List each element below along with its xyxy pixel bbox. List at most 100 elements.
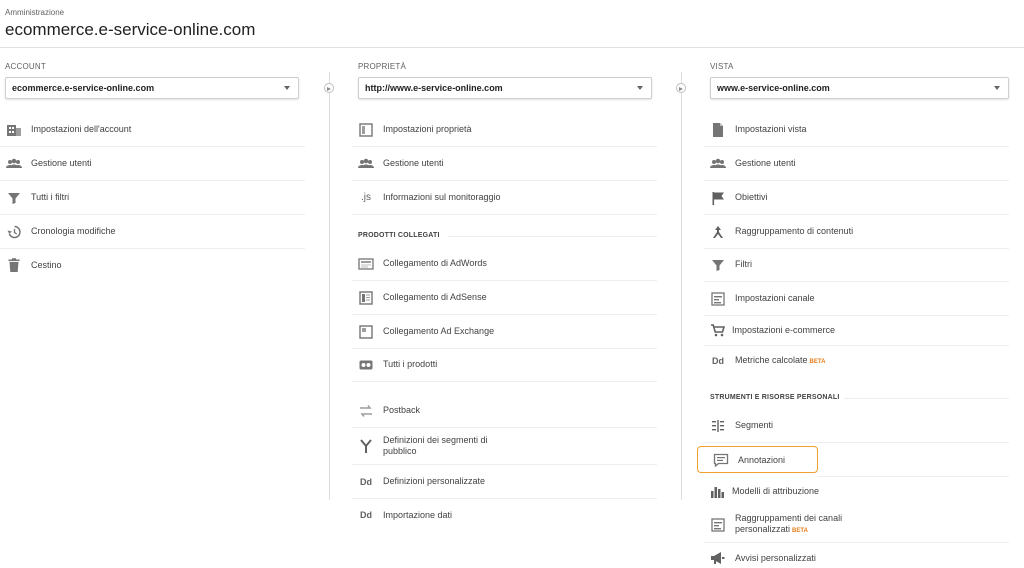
bar-chart-icon <box>710 484 726 500</box>
view-settings-item[interactable]: Impostazioni vista <box>704 113 1009 147</box>
content-grouping-item[interactable]: Raggruppamento di contenuti <box>704 215 1009 249</box>
js-icon: .js <box>361 191 371 203</box>
data-import-label: Importazione dati <box>383 509 453 520</box>
property-settings-item[interactable]: Impostazioni proprietà <box>352 113 657 147</box>
view-select[interactable]: www.e-service-online.com <box>710 77 1009 99</box>
beta-badge: BETA <box>792 527 808 534</box>
account-users-label: Gestione utenti <box>31 158 92 168</box>
postback-icon <box>358 403 374 419</box>
account-trash-item[interactable]: Cestino <box>0 248 305 282</box>
adwords-icon <box>358 256 374 272</box>
adwords-link-item[interactable]: Collegamento di AdWords <box>352 247 657 281</box>
arrow-right-icon[interactable] <box>676 83 686 93</box>
goals-label: Obiettivi <box>735 192 768 202</box>
property-column-label: PROPRIETÀ <box>358 62 407 71</box>
calculated-metrics-label: Metriche calcolate BETA <box>735 355 825 368</box>
building-icon <box>6 122 22 138</box>
ad-exchange-link-label: Collegamento Ad Exchange <box>383 326 495 336</box>
history-icon <box>6 224 22 240</box>
property-settings-label: Impostazioni proprietà <box>383 124 472 134</box>
content-grouping-label: Raggruppamento di contenuti <box>735 226 854 236</box>
ecommerce-settings-item[interactable]: Impostazioni e-commerce <box>704 315 1009 346</box>
custom-definitions-item[interactable]: Dd Definizioni personalizzate <box>352 465 657 499</box>
channel-settings-label: Impostazioni canale <box>735 293 815 303</box>
account-history-item[interactable]: Cronologia modifiche <box>0 215 305 249</box>
view-filters-label: Filtri <box>735 259 752 269</box>
custom-alerts-item[interactable]: Avvisi personalizzati <box>704 545 1009 568</box>
view-select-value: www.e-service-online.com <box>717 83 830 93</box>
chevron-down-icon <box>284 86 290 90</box>
property-select-value: http://www.e-service-online.com <box>365 83 503 93</box>
page-title: ecommerce.e-service-online.com <box>5 20 256 39</box>
page-header: Amministrazione ecommerce.e-service-onli… <box>0 0 1024 48</box>
segments-label: Segmenti <box>735 420 774 430</box>
property-users-item[interactable]: Gestione utenti <box>352 147 657 181</box>
postback-label: Postback <box>383 405 421 415</box>
all-products-item[interactable]: Tutti i prodotti <box>352 348 657 382</box>
account-trash-label: Cestino <box>31 259 62 270</box>
linked-products-heading: PRODOTTI COLLEGATI <box>358 232 440 239</box>
filter-icon <box>6 190 22 206</box>
attribution-models-item[interactable]: Modelli di attribuzione <box>704 477 1009 507</box>
adsense-icon <box>358 290 374 306</box>
breadcrumb[interactable]: Amministrazione <box>5 8 64 17</box>
dd-icon: Dd <box>360 476 372 487</box>
ad-exchange-link-item[interactable]: Collegamento Ad Exchange <box>352 315 657 349</box>
account-column-label: ACCOUNT <box>5 62 46 71</box>
trash-icon <box>6 257 22 273</box>
calculated-metrics-item[interactable]: Dd Metriche calcolate BETA <box>704 346 1009 376</box>
tracking-info-item[interactable]: .js Informazioni sul monitoraggio <box>352 181 657 215</box>
property-select[interactable]: http://www.e-service-online.com <box>358 77 652 99</box>
users-icon <box>358 156 374 172</box>
flag-icon <box>710 190 726 206</box>
ad-exchange-icon <box>358 324 374 340</box>
document-icon <box>710 122 726 138</box>
goals-item[interactable]: Obiettivi <box>704 181 1009 215</box>
attribution-models-label: Modelli di attribuzione <box>732 486 820 496</box>
arrow-right-icon[interactable] <box>324 83 334 93</box>
adwords-link-label: Collegamento di AdWords <box>383 258 487 268</box>
account-users-item[interactable]: Gestione utenti <box>0 147 305 181</box>
custom-alerts-label: Avvisi personalizzati <box>735 552 816 563</box>
users-icon <box>6 156 22 172</box>
megaphone-icon <box>710 550 726 566</box>
dd-icon: Dd <box>360 510 372 520</box>
custom-channel-groupings-text: Raggruppamenti dei canali personalizzati <box>735 512 843 534</box>
postback-item[interactable]: Postback <box>352 394 657 428</box>
property-users-label: Gestione utenti <box>383 158 444 168</box>
adsense-link-item[interactable]: Collegamento di AdSense <box>352 281 657 315</box>
column-divider <box>329 72 330 500</box>
users-icon <box>710 156 726 172</box>
channel-icon <box>710 517 726 533</box>
beta-badge: BETA <box>809 358 826 365</box>
account-column: ACCOUNT ecommerce.e-service-online.com I… <box>0 48 310 568</box>
audience-definitions-item[interactable]: Definizioni dei segmenti di pubblico <box>352 428 657 465</box>
all-products-icon <box>358 357 374 373</box>
personal-tools-heading: STRUMENTI E RISORSE PERSONALI <box>710 394 840 401</box>
account-select[interactable]: ecommerce.e-service-online.com <box>5 77 299 99</box>
property-settings-icon <box>358 122 374 138</box>
account-select-value: ecommerce.e-service-online.com <box>12 83 155 93</box>
view-filters-item[interactable]: Filtri <box>704 248 1009 282</box>
channel-icon <box>710 291 726 307</box>
calculated-metrics-text: Metriche calcolate <box>735 354 808 365</box>
grouping-icon <box>710 224 726 240</box>
column-divider <box>681 72 682 500</box>
account-filters-item[interactable]: Tutti i filtri <box>0 181 305 215</box>
account-settings-label: Impostazioni dell'account <box>31 124 132 134</box>
chevron-down-icon <box>637 86 643 90</box>
channel-settings-item[interactable]: Impostazioni canale <box>704 282 1009 316</box>
view-column-label: VISTA <box>710 62 734 71</box>
account-settings-item[interactable]: Impostazioni dell'account <box>0 113 305 147</box>
custom-channel-groupings-label: Raggruppamenti dei canali personalizzati… <box>735 513 865 537</box>
audience-definitions-label: Definizioni dei segmenti di pubblico <box>383 435 488 456</box>
section-divider <box>448 236 657 237</box>
custom-channel-groupings-item[interactable]: Raggruppamenti dei canali personalizzati… <box>704 507 1009 543</box>
property-column: PROPRIETÀ http://www.e-service-online.co… <box>352 48 662 568</box>
view-settings-label: Impostazioni vista <box>735 124 807 134</box>
chevron-down-icon <box>994 86 1000 90</box>
data-import-item[interactable]: Dd Importazione dati <box>352 498 657 532</box>
annotations-highlight <box>697 446 818 473</box>
view-users-item[interactable]: Gestione utenti <box>704 147 1009 181</box>
segments-item[interactable]: Segmenti <box>704 409 1009 443</box>
